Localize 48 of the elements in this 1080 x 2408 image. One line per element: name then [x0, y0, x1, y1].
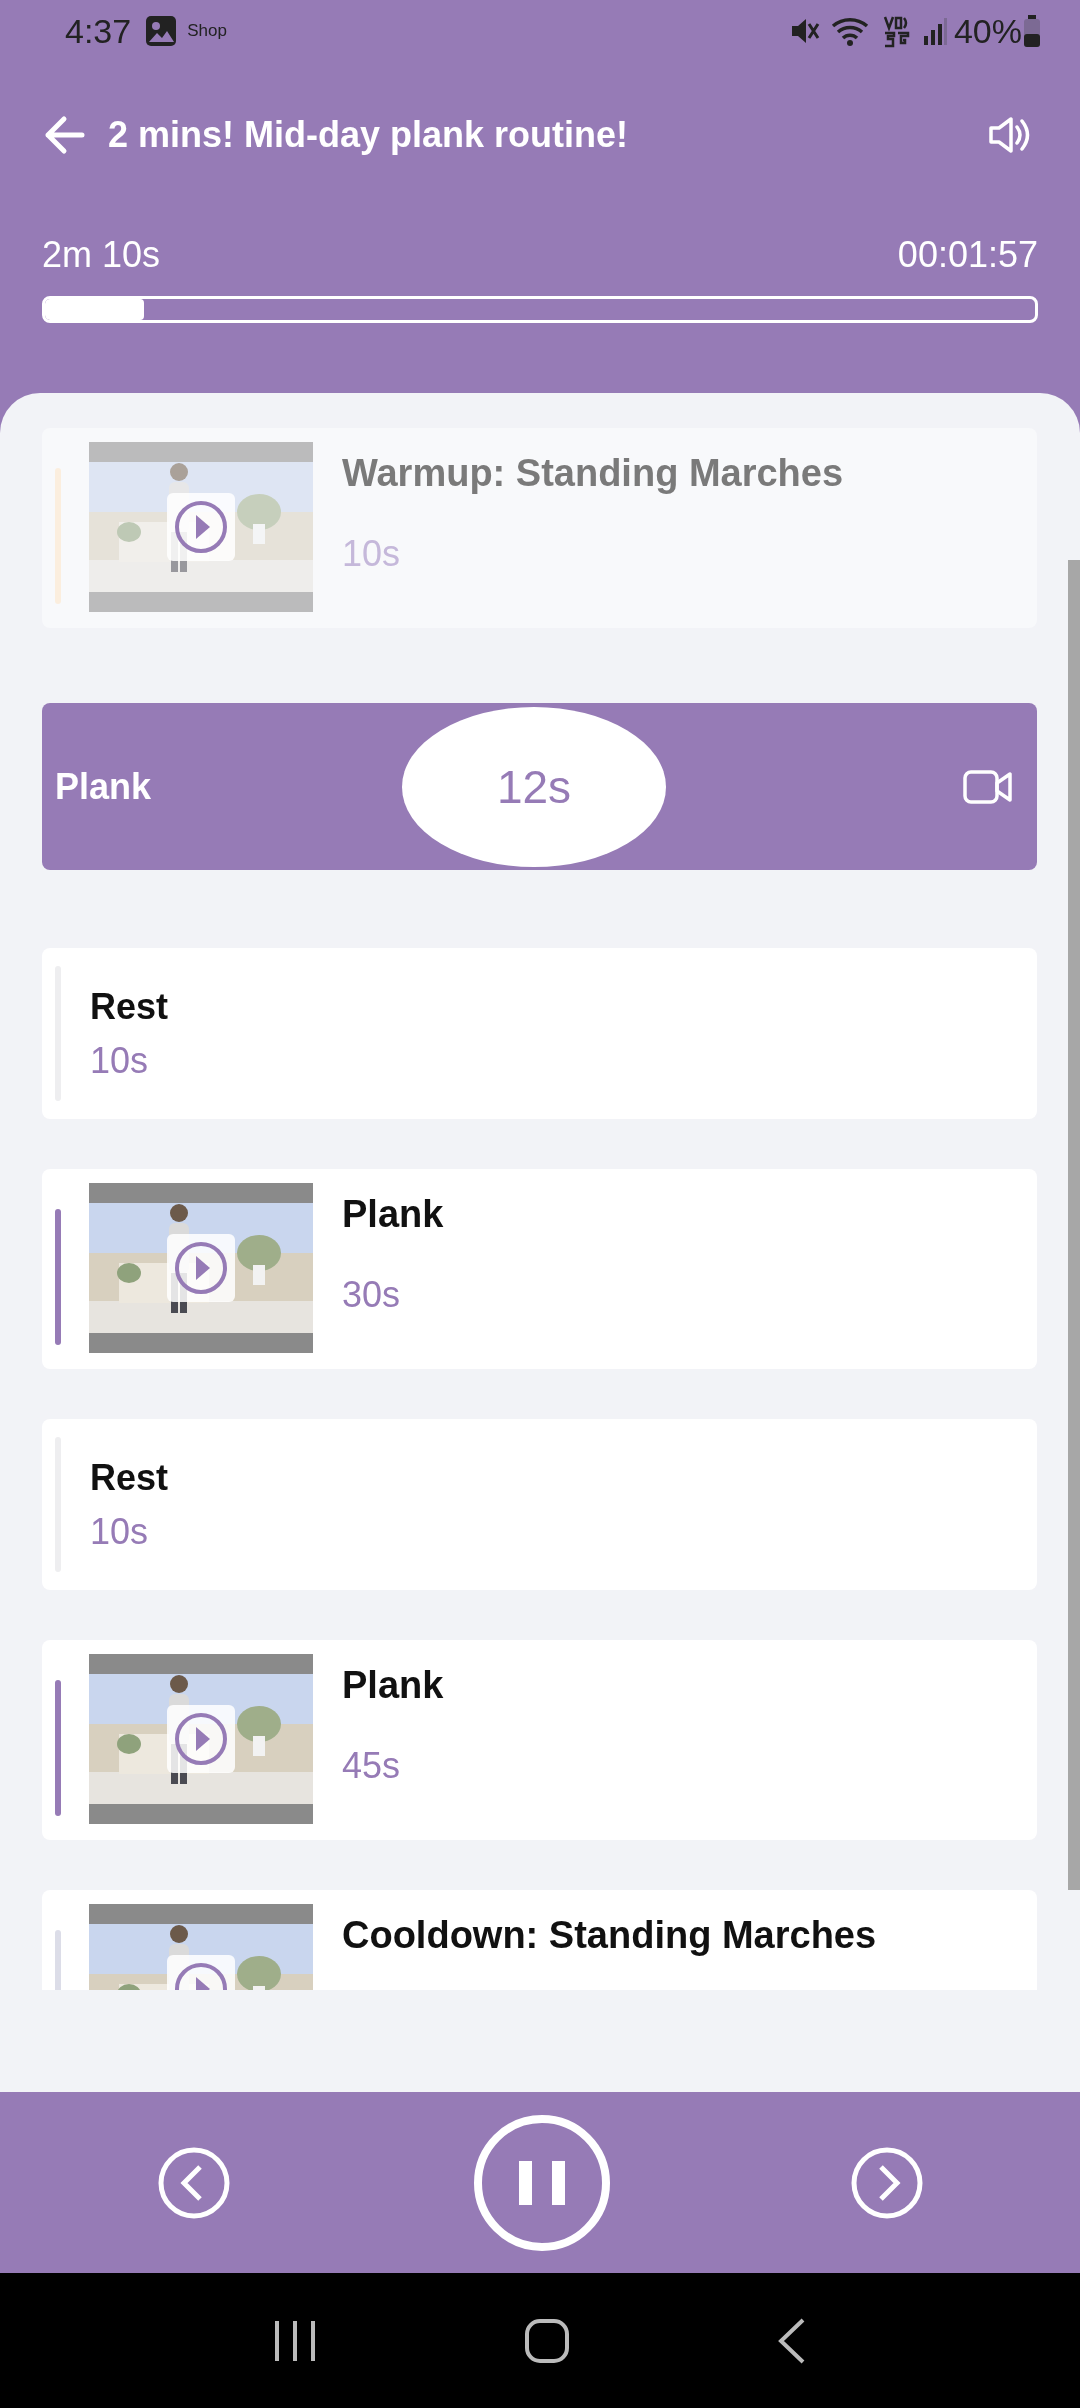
step-duration: 10s	[342, 533, 402, 575]
step-title: Plank	[55, 765, 153, 808]
status-time: 4:37	[65, 11, 132, 51]
step-title: Plank	[342, 1193, 444, 1236]
notification-label: Shop	[187, 21, 227, 41]
step-card[interactable]: Rest 10s	[42, 948, 1037, 1119]
current-step-card[interactable]: Plank 12s	[42, 703, 1037, 870]
home-button[interactable]	[524, 2317, 570, 2364]
elapsed-time: 00:01:57	[897, 234, 1038, 276]
countdown-timer: 12s	[401, 706, 667, 867]
volte-icon	[881, 14, 912, 48]
step-title: Rest	[90, 1456, 169, 1499]
previous-icon	[156, 2145, 231, 2220]
step-card[interactable]: Warmup: Standing Marches 10s	[42, 428, 1037, 628]
video-camera-icon	[963, 768, 1013, 805]
play-icon[interactable]	[167, 1234, 235, 1302]
recent-apps-button[interactable]	[273, 2318, 318, 2363]
scrollbar[interactable]	[1068, 560, 1080, 1890]
battery-percent: 40%	[953, 11, 1022, 51]
system-back-icon	[776, 2317, 807, 2364]
signal-icon	[921, 16, 948, 46]
next-icon	[849, 2145, 924, 2220]
previous-button[interactable]	[156, 2145, 231, 2220]
workout-title: 2 mins! Mid-day plank routine!	[108, 114, 630, 156]
recent-apps-icon	[273, 2318, 318, 2363]
system-back-button[interactable]	[776, 2317, 807, 2364]
step-title: Cooldown: Standing Marches	[342, 1914, 877, 1957]
gallery-icon	[145, 15, 178, 47]
step-duration: 10s	[90, 1039, 150, 1082]
play-icon[interactable]	[167, 493, 235, 561]
step-title: Rest	[90, 985, 169, 1028]
total-duration: 2m 10s	[42, 234, 161, 276]
step-card[interactable]: Plank 30s	[42, 1169, 1037, 1369]
next-button[interactable]	[849, 2145, 924, 2220]
step-card[interactable]: Rest 10s	[42, 1419, 1037, 1590]
home-icon	[524, 2317, 570, 2364]
pause-button[interactable]	[471, 2112, 612, 2253]
step-title: Plank	[342, 1664, 444, 1707]
step-duration: 30s	[342, 1274, 402, 1316]
play-icon[interactable]	[167, 1705, 235, 1773]
step-duration: 10s	[90, 1510, 150, 1553]
battery-icon	[1022, 14, 1042, 48]
step-duration: 45s	[342, 1745, 402, 1787]
pause-icon	[471, 2112, 612, 2253]
step-card[interactable]: Cooldown: Standing Marches	[42, 1890, 1037, 1990]
step-card[interactable]: Plank 45s	[42, 1640, 1037, 1840]
mute-icon	[789, 16, 820, 46]
step-title: Warmup: Standing Marches	[342, 452, 844, 495]
